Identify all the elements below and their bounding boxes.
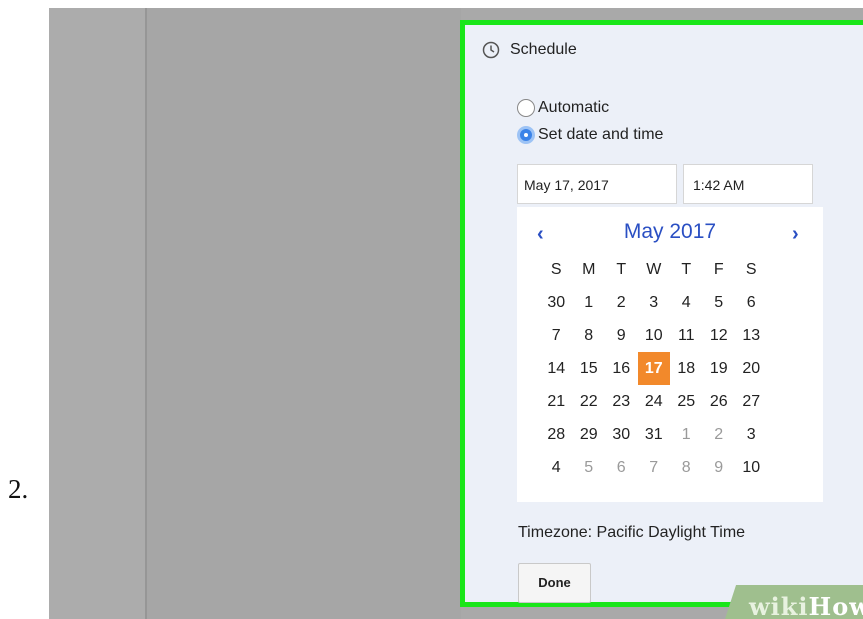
calendar-day[interactable]: 2 <box>703 418 736 451</box>
calendar-day[interactable]: 25 <box>670 385 703 418</box>
time-input[interactable]: 1:42 AM <box>683 164 813 204</box>
calendar-day[interactable]: 9 <box>605 319 638 352</box>
calendar-week-row: 7 8 9 10 11 12 13 <box>540 319 768 352</box>
calendar-week-row: 28 29 30 31 1 2 3 <box>540 418 768 451</box>
calendar-day[interactable]: 29 <box>573 418 606 451</box>
date-input[interactable]: May 17, 2017 <box>517 164 677 204</box>
calendar-day[interactable]: 21 <box>540 385 573 418</box>
calendar-day[interactable]: 11 <box>670 319 703 352</box>
calendar-day[interactable]: 19 <box>703 352 736 385</box>
weekday-label: S <box>745 261 757 278</box>
calendar-week-row: 30 1 2 3 4 5 6 <box>540 286 768 319</box>
weekday-label: F <box>713 261 724 278</box>
radio-set-date-label: Set date and time <box>538 126 664 143</box>
calendar-day[interactable]: 7 <box>540 319 573 352</box>
middle-pane <box>147 8 461 619</box>
screenshot-panel: Schedule Automatic Set date and time May… <box>49 8 863 619</box>
calendar-day[interactable]: 22 <box>573 385 606 418</box>
calendar-day[interactable]: 10 <box>638 319 671 352</box>
calendar-day[interactable]: 13 <box>735 319 768 352</box>
clock-icon <box>482 41 500 59</box>
calendar-day[interactable]: 23 <box>605 385 638 418</box>
radio-button-selected[interactable] <box>517 126 535 144</box>
calendar-day[interactable]: 6 <box>605 451 638 484</box>
calendar-day[interactable]: 12 <box>703 319 736 352</box>
calendar-grid: S M T W T F S 30 1 2 3 4 5 6 7 8 9 10 11 12 13 14 15 16 17 18 19 20… <box>540 253 768 484</box>
radio-automatic-label: Automatic <box>538 99 610 116</box>
radio-automatic[interactable]: Automatic <box>517 99 609 117</box>
step-number: 2. <box>8 474 29 504</box>
done-button[interactable]: Done <box>518 563 591 603</box>
calendar-day[interactable]: 8 <box>573 319 606 352</box>
watermark-logo: wikiHow <box>749 592 863 619</box>
calendar-day[interactable]: 31 <box>638 418 671 451</box>
calendar-day[interactable]: 20 <box>735 352 768 385</box>
radio-button-unselected[interactable] <box>517 99 535 117</box>
weekday-header-row: SMTWTFS <box>540 253 768 286</box>
calendar-day[interactable]: 3 <box>735 418 768 451</box>
calendar-day[interactable]: 16 <box>605 352 638 385</box>
calendar-day[interactable]: 30 <box>540 286 573 319</box>
schedule-header: Schedule <box>482 41 577 59</box>
calendar-day[interactable]: 7 <box>638 451 671 484</box>
weekday-label: M <box>582 261 596 278</box>
calendar-day[interactable]: 2 <box>605 286 638 319</box>
radio-set-date-and-time[interactable]: Set date and time <box>517 126 663 144</box>
weekday-label: T <box>681 261 692 278</box>
calendar-day[interactable]: 14 <box>540 352 573 385</box>
calendar-day[interactable]: 8 <box>670 451 703 484</box>
timezone-label: Timezone: Pacific Daylight Time <box>518 524 746 541</box>
schedule-title: Schedule <box>510 41 577 58</box>
schedule-panel: Schedule Automatic Set date and time May… <box>460 20 863 607</box>
calendar-week-row: 14 15 16 17 18 19 20 <box>540 352 768 385</box>
calendar-day[interactable]: 5 <box>703 286 736 319</box>
calendar-week-row: 4 5 6 7 8 9 10 <box>540 451 768 484</box>
date-picker: ‹ May 2017 › S M T W T F S 30 1 2 3 4 5 6 7 8 9 10 11 12 13 1… <box>517 207 823 502</box>
calendar-day[interactable]: 24 <box>638 385 671 418</box>
calendar-day[interactable]: 27 <box>735 385 768 418</box>
weekday-label: W <box>646 261 662 278</box>
calendar-day[interactable]: 4 <box>540 451 573 484</box>
calendar-day[interactable]: 10 <box>735 451 768 484</box>
calendar-day[interactable]: 6 <box>735 286 768 319</box>
calendar-week-row: 21 22 23 24 25 26 27 <box>540 385 768 418</box>
next-month-button[interactable]: › <box>792 223 799 246</box>
weekday-label: T <box>616 261 627 278</box>
calendar-day[interactable]: 1 <box>573 286 606 319</box>
calendar-day[interactable]: 18 <box>670 352 703 385</box>
calendar-day[interactable]: 26 <box>703 385 736 418</box>
calendar-day-selected[interactable]: 17 <box>637 352 670 385</box>
calendar-day[interactable]: 3 <box>638 286 671 319</box>
weekday-label: S <box>550 261 562 278</box>
calendar-day[interactable]: 1 <box>670 418 703 451</box>
calendar-day[interactable]: 15 <box>573 352 606 385</box>
left-pane <box>49 8 147 619</box>
calendar-day[interactable]: 28 <box>540 418 573 451</box>
calendar-day[interactable]: 5 <box>573 451 606 484</box>
calendar-day[interactable]: 30 <box>605 418 638 451</box>
calendar-day[interactable]: 4 <box>670 286 703 319</box>
calendar-month-title: May 2017 <box>623 220 717 243</box>
calendar-day[interactable]: 9 <box>703 451 736 484</box>
